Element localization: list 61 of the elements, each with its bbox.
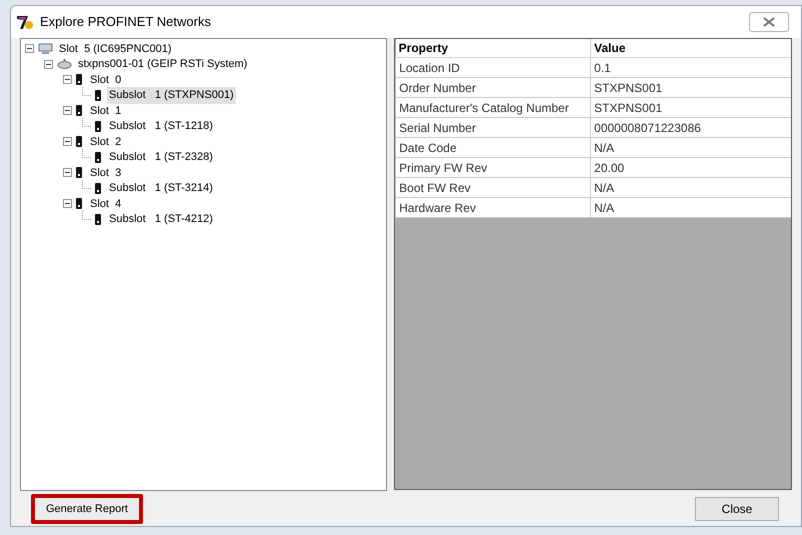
module-icon (76, 198, 82, 210)
table-cell: N/A (590, 198, 791, 218)
collapse-toggle[interactable] (63, 75, 72, 84)
table-cell: 20.00 (590, 158, 791, 178)
column-header[interactable]: Value (590, 39, 791, 58)
table-cell: Serial Number (396, 118, 591, 138)
table-cell: Boot FW Rev (396, 178, 591, 198)
module-icon (95, 152, 101, 163)
window-title: Explore PROFINET Networks (40, 13, 211, 32)
tree-item[interactable]: Slot 3 (88, 164, 124, 181)
table-cell: 0000008071223086 (590, 118, 791, 138)
tree-item[interactable]: Subslot 1 (ST-2328) (107, 149, 215, 166)
close-icon[interactable] (749, 12, 789, 32)
network-device-icon (57, 59, 72, 70)
collapse-toggle[interactable] (25, 44, 34, 54)
collapse-toggle[interactable] (63, 137, 72, 146)
app-logo-icon (16, 14, 34, 30)
table-cell: Primary FW Rev (396, 158, 591, 178)
table-cell: STXPNS001 (590, 78, 791, 98)
module-icon (95, 214, 101, 225)
table-cell: Manufacturer's Catalog Number (396, 98, 591, 118)
table-cell: N/A (590, 178, 791, 198)
dialog-button[interactable]: Close (695, 497, 779, 521)
tree-item[interactable]: Slot 4 (88, 196, 124, 212)
module-icon (76, 74, 82, 86)
tree-item[interactable]: Slot 0 (88, 72, 124, 88)
module-icon (95, 120, 101, 132)
minus-icon (65, 108, 70, 114)
minus-icon (65, 77, 70, 82)
computer-icon (38, 42, 53, 55)
tree-item[interactable]: Slot 5 (IC695PNC001) (57, 40, 174, 57)
table-cell: 0.1 (590, 58, 791, 78)
table-cell: STXPNS001 (590, 98, 791, 118)
minus-icon (46, 62, 51, 67)
table-cell: Date Code (396, 138, 591, 158)
table-cell: Location ID (396, 58, 591, 78)
tree-item[interactable]: Slot 1 (88, 102, 124, 119)
column-header[interactable]: Property (396, 39, 591, 58)
tree-item[interactable]: Subslot 1 (ST-3214) (107, 180, 215, 196)
tree-item[interactable]: Subslot 1 (ST-1218) (107, 118, 215, 134)
collapse-toggle[interactable] (63, 168, 72, 178)
module-icon (95, 182, 101, 194)
minus-icon (65, 170, 70, 176)
minus-icon (65, 201, 70, 206)
table-cell: Order Number (396, 78, 591, 98)
highlighted-button[interactable]: Generate Report (31, 494, 143, 524)
module-icon (76, 167, 82, 178)
collapse-toggle[interactable] (44, 60, 53, 69)
tree-item[interactable]: Subslot 1 (ST-4212) (107, 211, 215, 228)
tree-item[interactable]: stxpns001-01 (GEIP RSTi System) (76, 56, 250, 72)
module-icon (76, 105, 82, 116)
tree-item[interactable]: Subslot 1 (STXPNS001) (107, 87, 236, 104)
minus-icon (27, 46, 32, 52)
module-icon (76, 136, 82, 148)
collapse-toggle[interactable] (63, 106, 72, 116)
table-cell: N/A (590, 138, 791, 158)
tree-item[interactable]: Slot 2 (88, 134, 124, 150)
minus-icon (65, 139, 70, 144)
module-icon (95, 90, 101, 101)
collapse-toggle[interactable] (63, 199, 72, 208)
table-cell: Hardware Rev (396, 198, 591, 218)
